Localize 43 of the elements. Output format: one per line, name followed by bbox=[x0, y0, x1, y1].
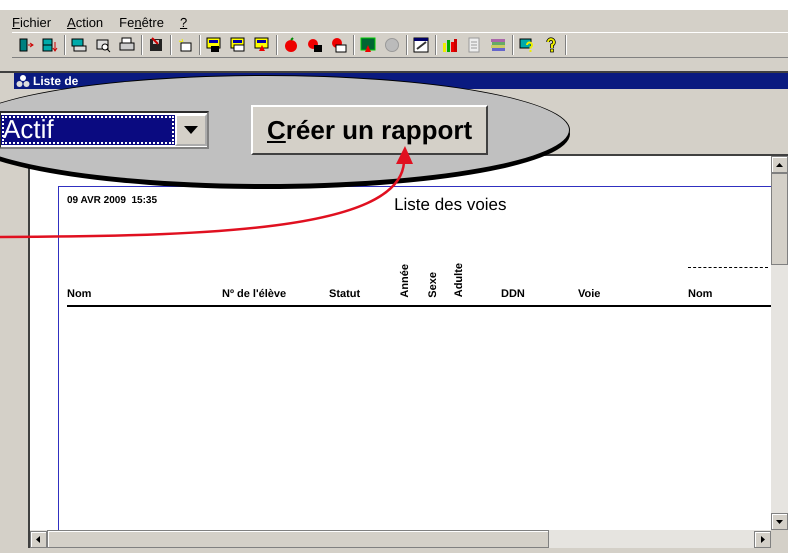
dropdown-arrow-icon bbox=[184, 126, 198, 134]
monitor-list-icon[interactable] bbox=[230, 37, 246, 53]
people-icon bbox=[16, 74, 30, 88]
scroll-left-button[interactable] bbox=[30, 530, 47, 548]
printer-icon[interactable] bbox=[119, 37, 135, 53]
scroll-arrow-icon bbox=[759, 536, 766, 542]
menu-item[interactable]: Action bbox=[67, 14, 104, 30]
column-header: Adulte bbox=[453, 263, 465, 298]
column-header: Nom bbox=[67, 288, 92, 300]
scroll-arrow-icon bbox=[776, 161, 783, 168]
new-window-icon[interactable] bbox=[177, 37, 193, 53]
column-header: Nº de l'élève bbox=[222, 288, 286, 300]
column-header: Nom bbox=[688, 288, 712, 300]
scroll-down-button[interactable] bbox=[771, 513, 788, 530]
apple-card-icon[interactable] bbox=[331, 37, 347, 53]
report-title: Liste des voies bbox=[394, 195, 507, 215]
report-timestamp: 09 AVR 2009 15:35 bbox=[67, 195, 158, 206]
monitor-question-icon[interactable] bbox=[519, 37, 535, 53]
apple-icon[interactable] bbox=[283, 37, 299, 53]
horizontal-scrollbar[interactable] bbox=[30, 530, 771, 548]
scroll-arrow-icon bbox=[35, 536, 42, 542]
print-preview-icon[interactable] bbox=[95, 37, 111, 53]
status-dropdown[interactable]: Actif bbox=[0, 111, 209, 149]
column-header: Année bbox=[399, 264, 411, 298]
pen-document-icon[interactable] bbox=[413, 37, 429, 53]
column-header: Statut bbox=[329, 288, 360, 300]
scroll-arrow-icon bbox=[776, 518, 783, 525]
vertical-scrollbar[interactable] bbox=[771, 156, 788, 530]
window-arrow-icon[interactable] bbox=[42, 37, 58, 53]
column-header: Voie bbox=[578, 288, 600, 300]
column-header: DDN bbox=[501, 288, 525, 300]
menu-item[interactable]: Fenêtre bbox=[119, 14, 164, 30]
scroll-right-button[interactable] bbox=[754, 530, 771, 548]
scroll-thumb[interactable] bbox=[47, 530, 549, 548]
window-title: Liste de bbox=[33, 74, 78, 88]
scroll-up-button[interactable] bbox=[771, 156, 788, 173]
scroll-thumb[interactable] bbox=[771, 173, 788, 265]
create-report-button[interactable]: Créer un rapport bbox=[251, 105, 488, 155]
door-arrow-icon[interactable] bbox=[18, 37, 34, 53]
books-icon[interactable] bbox=[490, 37, 506, 53]
menu-item[interactable]: Fichier bbox=[12, 14, 52, 30]
menu-item[interactable]: ? bbox=[180, 14, 188, 30]
column-header: Sexe bbox=[427, 272, 439, 298]
